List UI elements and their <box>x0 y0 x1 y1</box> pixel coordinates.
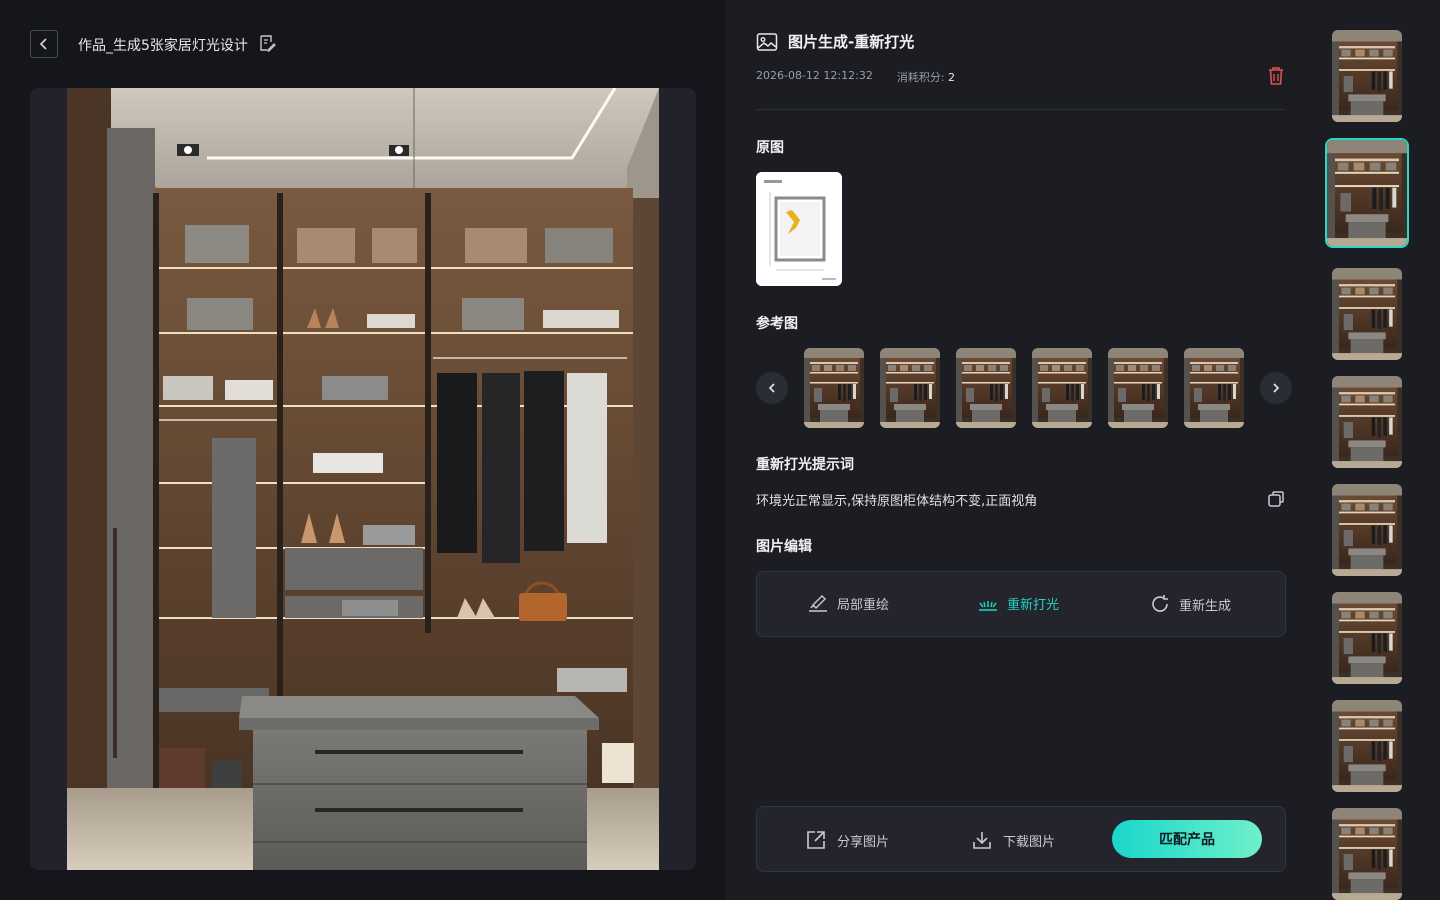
download-icon <box>973 832 991 849</box>
work-title: 作品_生成5张家居灯光设计 <box>78 38 248 54</box>
edit-options: 局部重绘 重新打光 重新生成 <box>756 571 1286 637</box>
reference-thumbnail[interactable] <box>880 348 940 428</box>
chevron-left-icon <box>39 38 47 50</box>
trash-icon <box>1269 67 1283 85</box>
generated-image <box>67 88 659 870</box>
copy-prompt-button[interactable] <box>1267 490 1285 508</box>
regenerate-button[interactable]: 重新生成 <box>1149 593 1231 615</box>
match-products-button[interactable]: 匹配产品 <box>1112 820 1262 858</box>
back-button[interactable] <box>30 30 58 58</box>
download-image-button[interactable]: 下载图片 <box>971 829 1055 851</box>
points-label: 消耗积分: <box>896 71 945 84</box>
history-thumbnail[interactable] <box>1332 484 1402 576</box>
history-rail <box>1324 0 1440 900</box>
chevron-left-icon <box>768 383 775 393</box>
share-icon <box>807 831 825 849</box>
brush-icon <box>809 595 827 612</box>
detail-title: 图片生成-重新打光 <box>788 33 915 51</box>
share-image-button[interactable]: 分享图片 <box>805 829 889 851</box>
reference-prev-button[interactable] <box>756 372 788 404</box>
history-thumbnail[interactable] <box>1332 700 1402 792</box>
history-thumbnail[interactable] <box>1332 592 1402 684</box>
wardrobe-render <box>67 88 659 870</box>
local-repaint-label: 局部重绘 <box>837 597 890 613</box>
regenerate-label: 重新生成 <box>1179 598 1232 614</box>
original-image-thumbnail[interactable] <box>756 172 842 286</box>
edit-label: 图片编辑 <box>756 539 812 555</box>
reference-next-button[interactable] <box>1260 372 1292 404</box>
history-thumbnail[interactable] <box>1332 268 1402 360</box>
prompt-label: 重新打光提示词 <box>756 457 854 473</box>
history-thumbnail[interactable] <box>1332 376 1402 468</box>
reference-carousel <box>756 348 1292 428</box>
divider <box>756 109 1286 110</box>
local-repaint-button[interactable]: 局部重绘 <box>807 593 889 613</box>
reference-thumbnail[interactable] <box>1032 348 1092 428</box>
refresh-icon <box>1152 595 1168 612</box>
detail-header: 图片生成-重新打光 <box>756 31 914 52</box>
download-label: 下载图片 <box>1003 834 1056 850</box>
copy-icon <box>1268 491 1284 507</box>
edit-title-button[interactable] <box>258 34 276 52</box>
workspace-panel: 作品_生成5张家居灯光设计 <box>0 0 726 900</box>
image-icon <box>756 32 778 51</box>
detail-panel: 图片生成-重新打光 2026-08-12 12:12:32 消耗积分: 2 原图… <box>726 0 1440 900</box>
edit-document-icon <box>260 35 276 52</box>
image-canvas <box>30 88 696 870</box>
history-thumbnail[interactable] <box>1332 808 1402 900</box>
history-thumbnail[interactable] <box>1332 30 1402 122</box>
detail-meta: 2026-08-12 12:12:32 消耗积分: 2 <box>756 69 955 85</box>
reference-thumbnail[interactable] <box>804 348 864 428</box>
light-icon <box>979 601 997 611</box>
relight-label: 重新打光 <box>1007 597 1060 613</box>
points-value: 2 <box>948 71 956 84</box>
points-info: 消耗积分: 2 <box>897 69 955 85</box>
reference-thumbnail[interactable] <box>956 348 1016 428</box>
share-label: 分享图片 <box>837 834 890 850</box>
history-thumbnail-selected[interactable] <box>1325 138 1409 248</box>
floor-plan-image <box>756 172 842 286</box>
original-label: 原图 <box>756 140 784 156</box>
delete-button[interactable] <box>1267 66 1285 86</box>
reference-thumbnail[interactable] <box>1184 348 1244 428</box>
prompt-text: 环境光正常显示,保持原图柜体结构不变,正面视角 <box>756 494 1038 509</box>
chevron-right-icon <box>1273 383 1280 393</box>
timestamp: 2026-08-12 12:12:32 <box>756 69 873 82</box>
reference-thumbnail[interactable] <box>1108 348 1168 428</box>
relight-button[interactable]: 重新打光 <box>977 593 1059 613</box>
action-bar: 分享图片 下载图片 匹配产品 <box>756 806 1286 872</box>
reference-label: 参考图 <box>756 316 798 332</box>
